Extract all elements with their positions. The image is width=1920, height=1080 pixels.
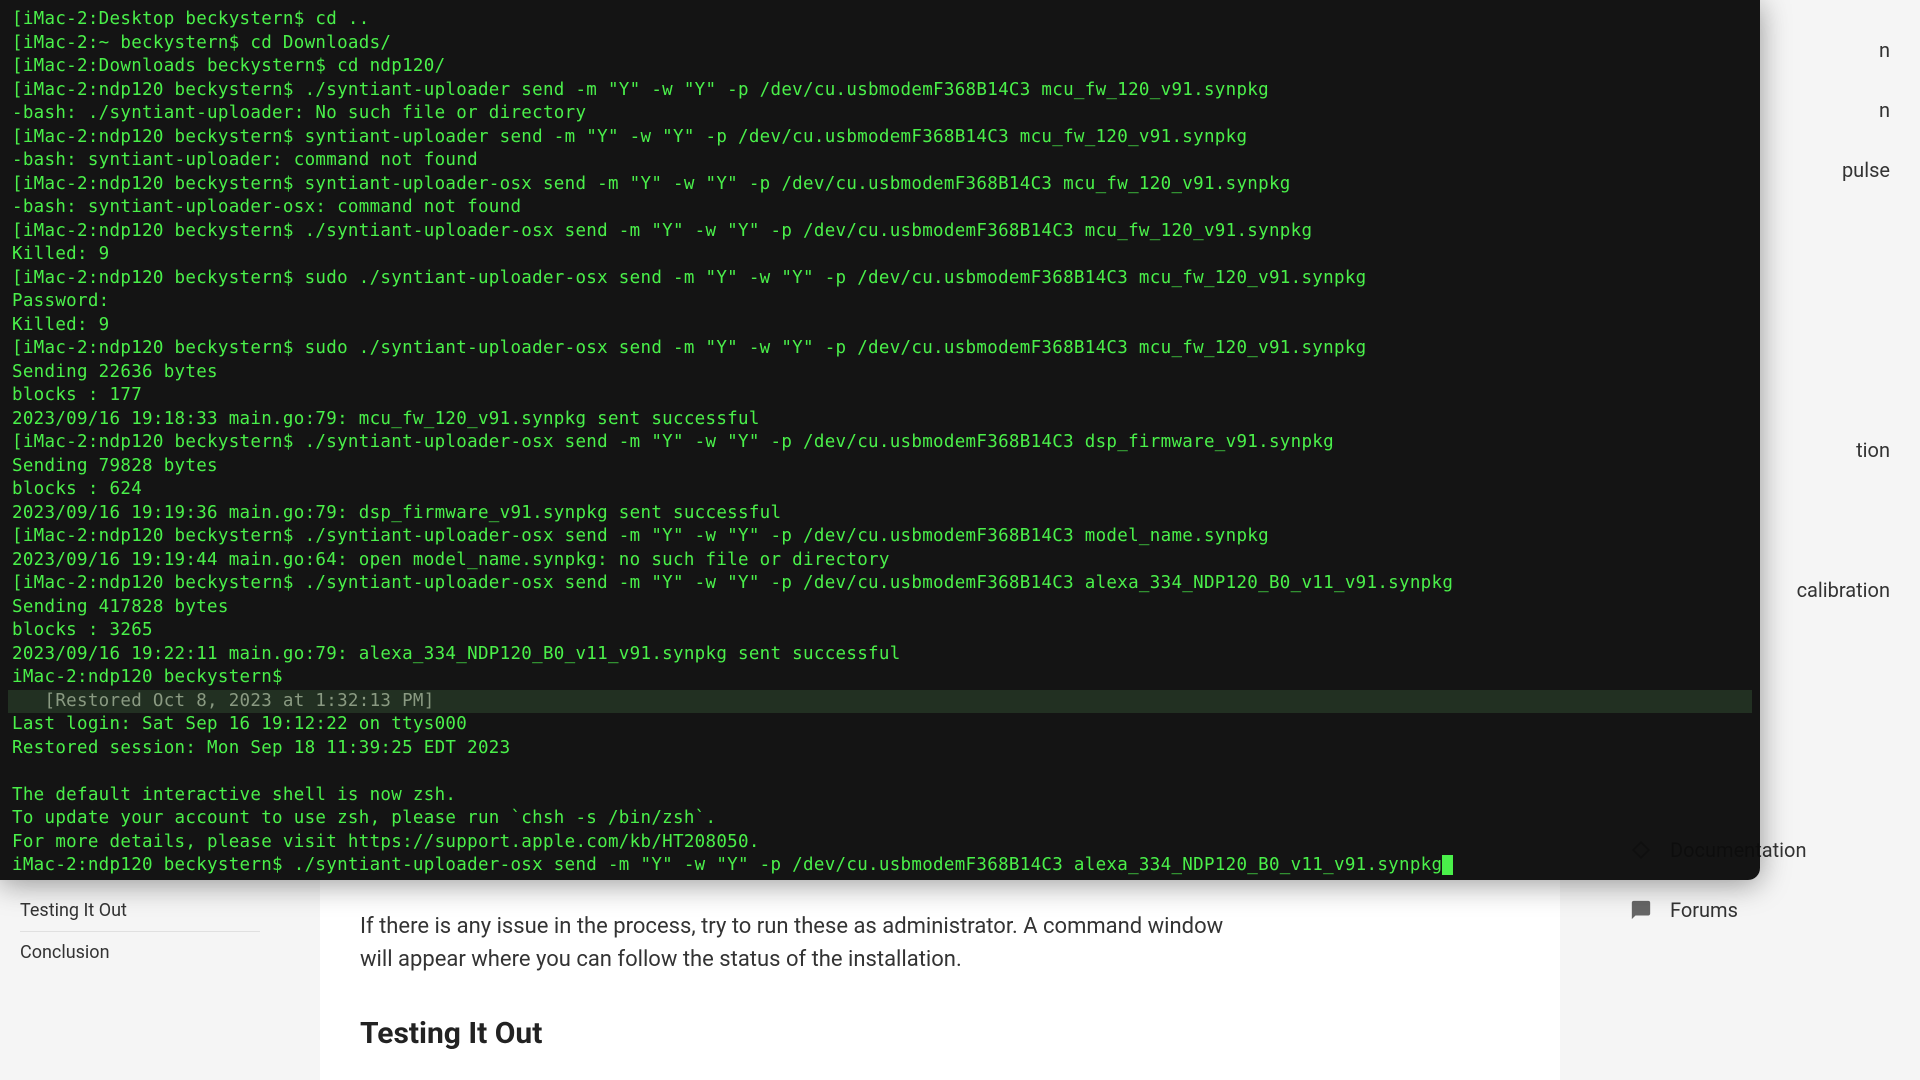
terminal-line: [12, 760, 1748, 784]
terminal-line: Sending 79828 bytes: [12, 455, 1748, 479]
terminal-output-after: Last login: Sat Sep 16 19:12:22 on ttys0…: [12, 713, 1748, 854]
terminal-line: -bash: ./syntiant-uploader: No such file…: [12, 102, 1748, 126]
terminal-line: [iMac-2:ndp120 beckystern$ ./syntiant-up…: [12, 431, 1748, 455]
terminal-line: [iMac-2:~ beckystern$ cd Downloads/: [12, 32, 1748, 56]
terminal-line: Sending 22636 bytes: [12, 361, 1748, 385]
terminal-line: For more details, please visit https://s…: [12, 831, 1748, 855]
terminal-last-command: iMac-2:ndp120 beckystern$ ./syntiant-upl…: [12, 855, 1442, 875]
terminal-line: [iMac-2:ndp120 beckystern$ syntiant-uplo…: [12, 173, 1748, 197]
terminal-cursor: [1442, 855, 1453, 875]
terminal-line: [iMac-2:ndp120 beckystern$ ./syntiant-up…: [12, 572, 1748, 596]
nav-conclusion[interactable]: Conclusion: [20, 932, 260, 973]
terminal-line: blocks : 624: [12, 478, 1748, 502]
terminal-output: [iMac-2:Desktop beckystern$ cd ..[iMac-2…: [12, 8, 1748, 690]
terminal-line: -bash: syntiant-uploader: command not fo…: [12, 149, 1748, 173]
terminal-line: Restored session: Mon Sep 18 11:39:25 ED…: [12, 737, 1748, 761]
terminal-line: The default interactive shell is now zsh…: [12, 784, 1748, 808]
forums-label: Forums: [1670, 898, 1738, 922]
terminal-line: 2023/09/16 19:22:11 main.go:79: alexa_33…: [12, 643, 1748, 667]
terminal-line: [iMac-2:Desktop beckystern$ cd ..: [12, 8, 1748, 32]
terminal-prompt-line[interactable]: iMac-2:ndp120 beckystern$ ./syntiant-upl…: [12, 854, 1748, 878]
terminal-line: [iMac-2:ndp120 beckystern$ sudo ./syntia…: [12, 267, 1748, 291]
terminal-line: blocks : 177: [12, 384, 1748, 408]
terminal-line: [iMac-2:ndp120 beckystern$ ./syntiant-up…: [12, 220, 1748, 244]
terminal-line: -bash: syntiant-uploader-osx: command no…: [12, 196, 1748, 220]
terminal-line: To update your account to use zsh, pleas…: [12, 807, 1748, 831]
article-paragraph: If there is any issue in the process, tr…: [360, 910, 1260, 976]
terminal-line: Killed: 9: [12, 243, 1748, 267]
forums-link[interactable]: Forums: [1630, 880, 1890, 940]
terminal-line: Sending 417828 bytes: [12, 596, 1748, 620]
terminal-line: Killed: 9: [12, 314, 1748, 338]
forums-icon: [1630, 899, 1652, 921]
terminal-line: Last login: Sat Sep 16 19:12:22 on ttys0…: [12, 713, 1748, 737]
terminal-line: [iMac-2:ndp120 beckystern$ ./syntiant-up…: [12, 79, 1748, 103]
terminal-window[interactable]: [iMac-2:Desktop beckystern$ cd ..[iMac-2…: [0, 0, 1760, 880]
terminal-restored-banner: [Restored Oct 8, 2023 at 1:32:13 PM]: [8, 690, 1752, 714]
terminal-line: 2023/09/16 19:19:44 main.go:64: open mod…: [12, 549, 1748, 573]
terminal-line: iMac-2:ndp120 beckystern$: [12, 666, 1748, 690]
terminal-line: Password:: [12, 290, 1748, 314]
terminal-line: [iMac-2:ndp120 beckystern$ syntiant-uplo…: [12, 126, 1748, 150]
terminal-line: [iMac-2:ndp120 beckystern$ ./syntiant-up…: [12, 525, 1748, 549]
terminal-line: 2023/09/16 19:18:33 main.go:79: mcu_fw_1…: [12, 408, 1748, 432]
nav-testing-it-out[interactable]: Testing It Out: [20, 890, 260, 932]
terminal-line: [iMac-2:ndp120 beckystern$ sudo ./syntia…: [12, 337, 1748, 361]
terminal-line: [iMac-2:Downloads beckystern$ cd ndp120/: [12, 55, 1748, 79]
terminal-line: 2023/09/16 19:19:36 main.go:79: dsp_firm…: [12, 502, 1748, 526]
terminal-line: blocks : 3265: [12, 619, 1748, 643]
article-heading-testing: Testing It Out: [360, 1016, 1520, 1051]
